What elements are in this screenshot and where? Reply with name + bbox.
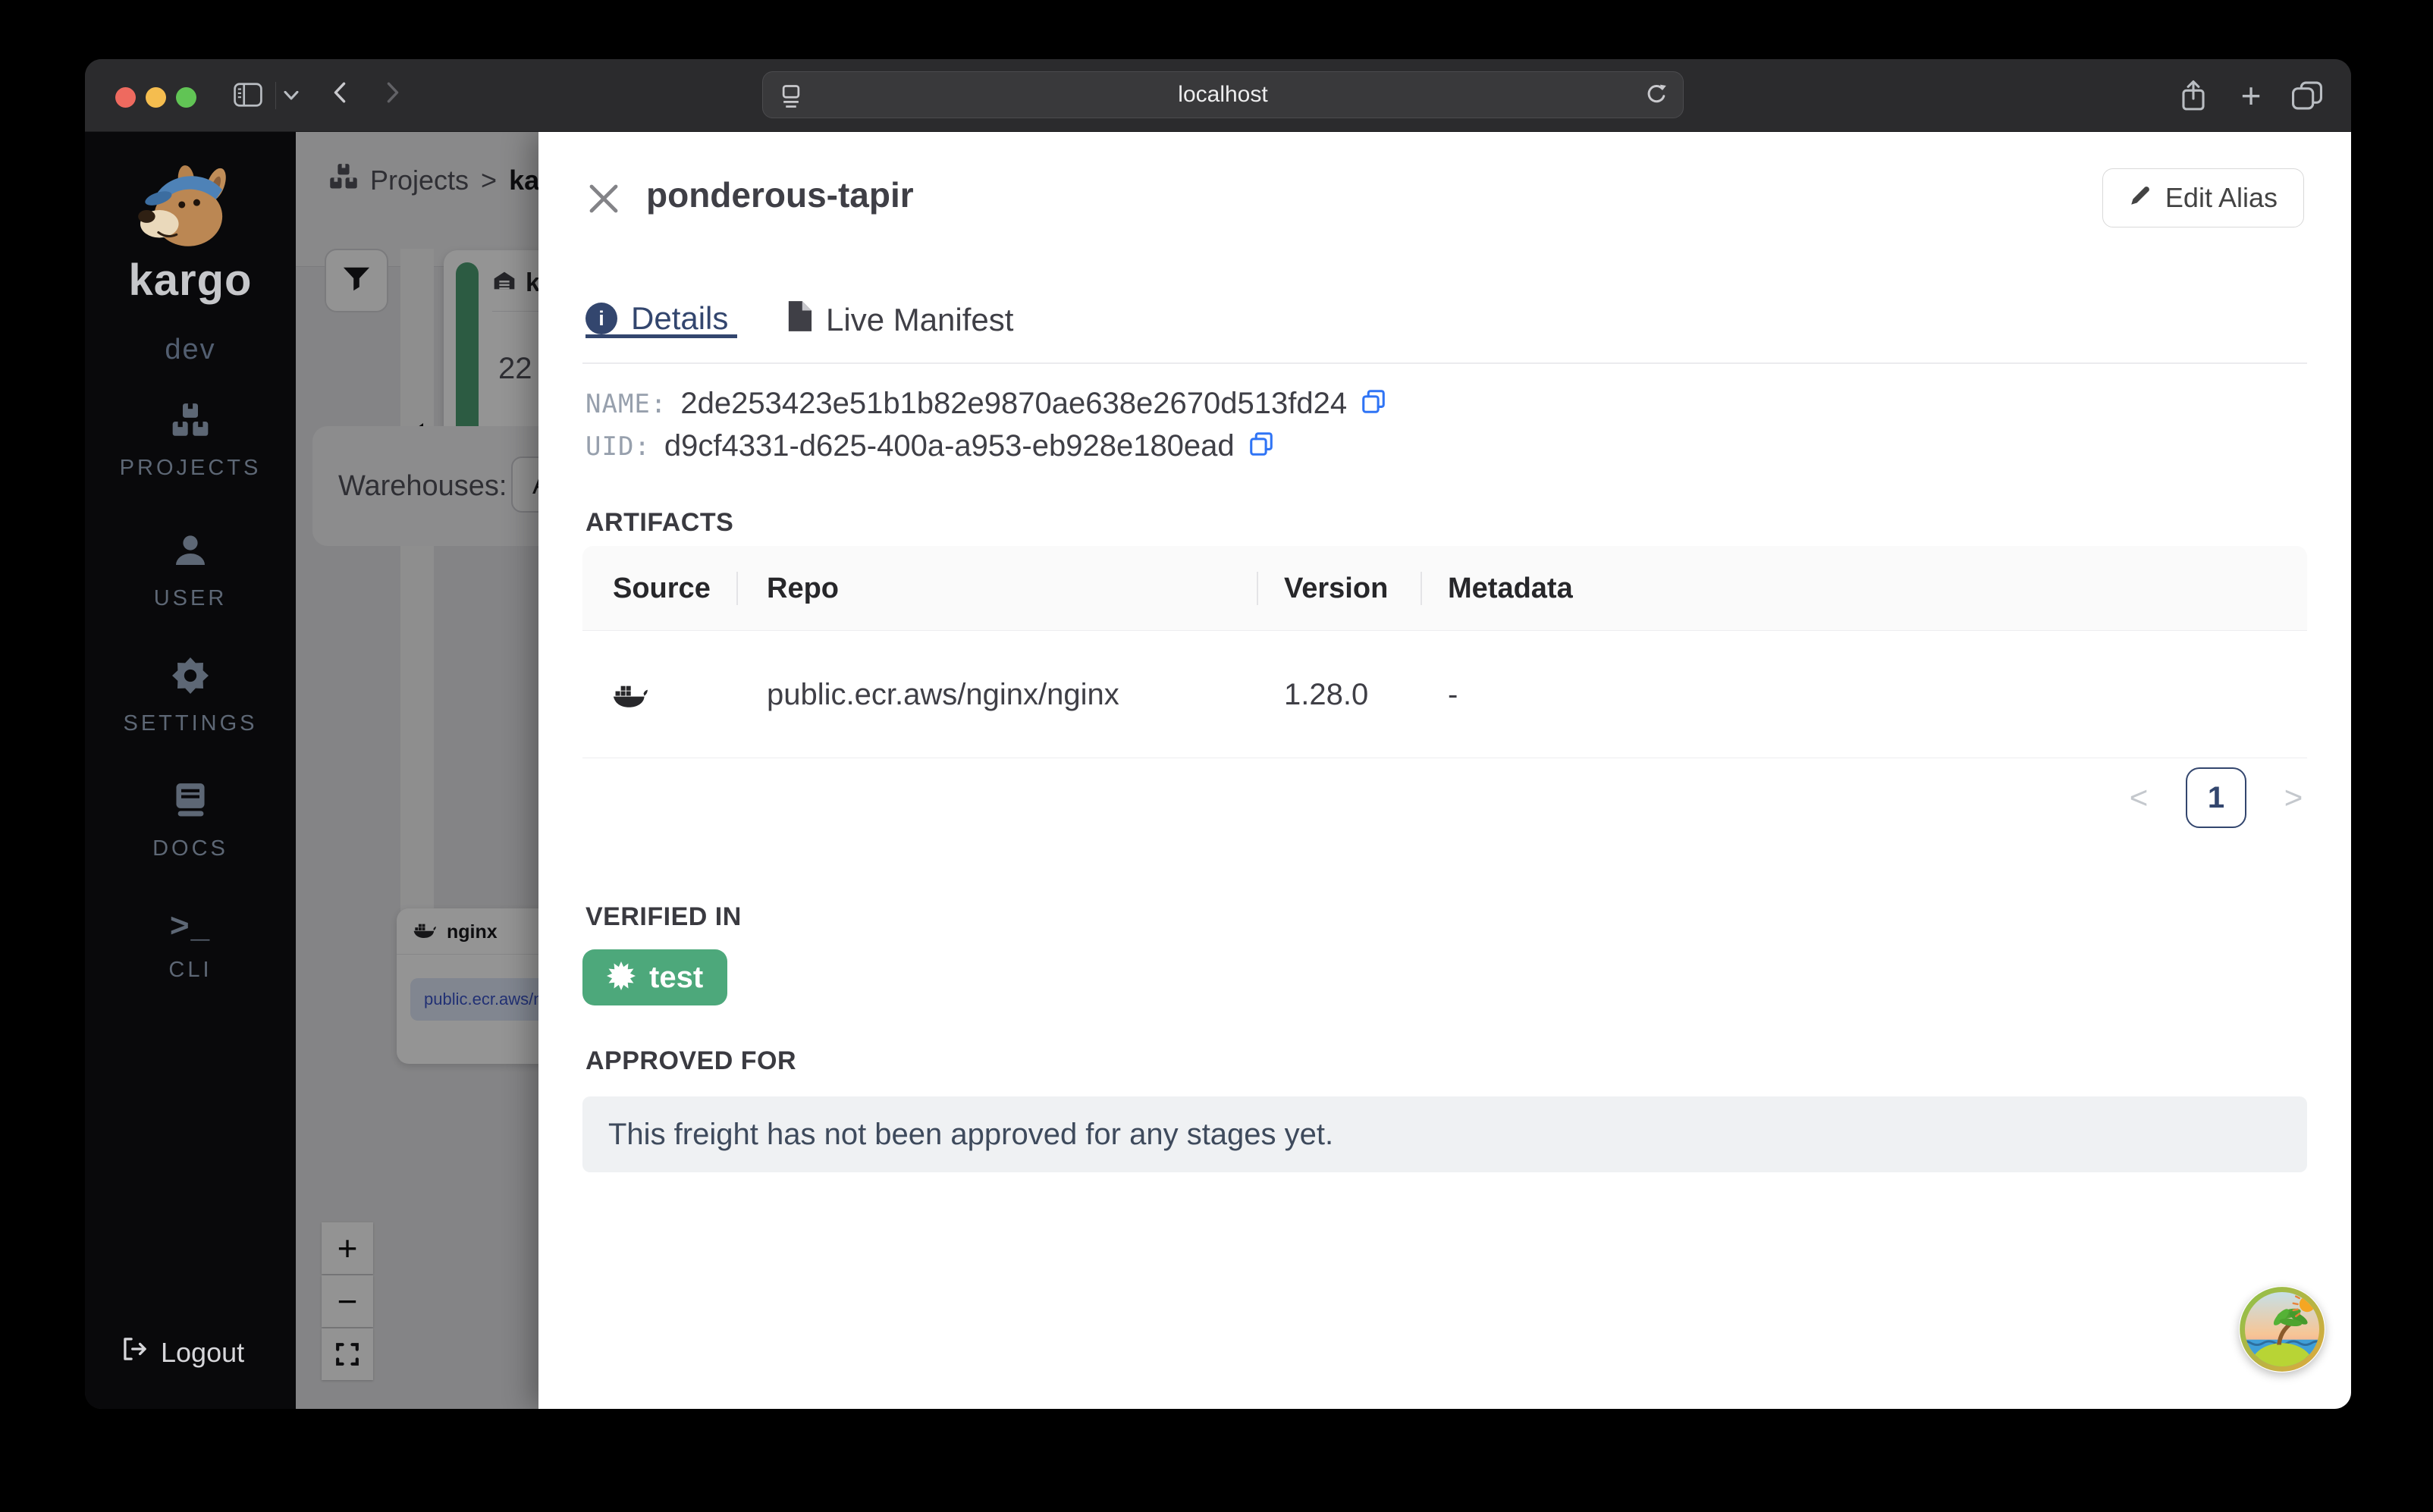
- tab-live-manifest[interactable]: Live Manifest: [786, 300, 1013, 340]
- terminal-icon: >_: [169, 907, 212, 944]
- column-header-version: Version: [1284, 572, 1389, 604]
- island-widget[interactable]: [2239, 1286, 2325, 1372]
- verified-stage-badge-test[interactable]: test: [582, 949, 728, 1005]
- reload-icon[interactable]: [1645, 83, 1668, 106]
- close-window-button[interactable]: [115, 87, 136, 108]
- previous-page-button[interactable]: <: [2125, 780, 2152, 816]
- sidebar-item-user[interactable]: USER: [85, 532, 296, 611]
- user-icon: [172, 532, 209, 572]
- sidebar-item-projects[interactable]: PROJECTS: [85, 403, 296, 481]
- sidebar-item-label: CLI: [168, 958, 212, 982]
- sidebar-item-settings[interactable]: SETTINGS: [85, 657, 296, 736]
- name-value: 2de253423e51b1b82e9870ae638e2670d513fd24: [680, 387, 1348, 420]
- approved-for-panel: This freight has not been approved for a…: [582, 1096, 2307, 1172]
- name-row: NAME: 2de253423e51b1b82e9870ae638e2670d5…: [585, 387, 1386, 421]
- sidebar-item-docs[interactable]: DOCS: [85, 783, 296, 861]
- sidebar-item-label: SETTINGS: [123, 711, 258, 736]
- tab-label: Live Manifest: [826, 302, 1014, 337]
- sidebar-item-label: PROJECTS: [119, 456, 262, 480]
- info-icon: i: [585, 303, 617, 334]
- close-icon[interactable]: [585, 180, 622, 217]
- logout-label: Logout: [161, 1336, 245, 1368]
- next-page-button[interactable]: >: [2280, 780, 2307, 816]
- chevron-down-icon[interactable]: [284, 91, 299, 100]
- file-icon: [786, 300, 812, 340]
- column-header-repo: Repo: [767, 572, 839, 604]
- zoom-window-button[interactable]: [176, 87, 196, 108]
- browser-window: localhost + kargo dev PROJECTS USER SETT…: [85, 59, 2351, 1409]
- url-text: localhost: [1178, 82, 1268, 107]
- freight-alias-title: ponderous-tapir: [646, 175, 914, 215]
- sidebar-item-label: DOCS: [152, 836, 228, 861]
- artifacts-table: Source Repo Version Metadata public.ecr.…: [582, 546, 2307, 758]
- logout-button[interactable]: Logout: [121, 1336, 244, 1369]
- kargo-kangaroo-logo: [85, 165, 296, 255]
- titlebar-divider: [275, 82, 276, 109]
- uid-value: d9cf4331-d625-400a-a953-eb928e180ead: [664, 429, 1235, 463]
- environment-label: dev: [165, 334, 216, 365]
- approved-for-empty-message: This freight has not been approved for a…: [608, 1117, 1334, 1151]
- sidebar-toggle-icon[interactable]: [234, 83, 262, 107]
- pagination: < 1 >: [2125, 767, 2307, 828]
- tab-label: Details: [631, 300, 729, 336]
- back-icon[interactable]: [334, 82, 346, 103]
- tab-details[interactable]: i Details: [585, 300, 737, 338]
- column-header-source: Source: [613, 572, 711, 604]
- active-tab-underline: [585, 334, 737, 338]
- minimize-window-button[interactable]: [146, 87, 166, 108]
- boxes-icon: [171, 403, 209, 442]
- main-content: Projects > ka 22 Warehouses: nginx publi…: [296, 132, 2351, 1409]
- freight-details-drawer: ponderous-tapir Edit Alias i Details Liv…: [538, 132, 2351, 1409]
- book-icon: [172, 783, 209, 823]
- brand-wordmark: kargo: [128, 256, 253, 305]
- tab-overview-icon[interactable]: [2290, 80, 2324, 111]
- edit-alias-button[interactable]: Edit Alias: [2102, 168, 2304, 227]
- copy-icon[interactable]: [1361, 389, 1386, 419]
- app-shell: kargo dev PROJECTS USER SETTINGS DOCS >_…: [85, 132, 2351, 1409]
- table-row[interactable]: public.ecr.aws/nginx/nginx 1.28.0 -: [582, 631, 2307, 758]
- column-divider: [736, 572, 738, 605]
- uid-row: UID: d9cf4331-d625-400a-a953-eb928e180ea…: [585, 429, 1274, 463]
- approved-for-heading: APPROVED FOR: [585, 1046, 797, 1075]
- artifacts-heading: ARTIFACTS: [585, 508, 734, 537]
- pencil-icon: [2129, 182, 2153, 214]
- column-header-metadata: Metadata: [1448, 572, 1573, 604]
- sidebar-item-cli[interactable]: >_ CLI: [85, 908, 296, 983]
- docker-icon: [613, 631, 648, 758]
- share-icon[interactable]: [2178, 79, 2209, 114]
- new-tab-icon[interactable]: +: [2234, 76, 2268, 115]
- sidebar-item-label: USER: [153, 586, 228, 610]
- artifacts-table-header: Source Repo Version Metadata: [582, 546, 2307, 631]
- verified-in-heading: VERIFIED IN: [585, 902, 742, 931]
- screen: localhost + kargo dev PROJECTS USER SETT…: [0, 0, 2433, 1512]
- verified-stage-name: test: [649, 960, 704, 994]
- browser-titlebar: localhost +: [85, 59, 2351, 132]
- drawer-tabs: i Details Live Manifest: [582, 296, 2307, 364]
- address-bar[interactable]: localhost: [762, 71, 1684, 118]
- seal-icon: [607, 961, 636, 994]
- column-divider: [1421, 572, 1422, 605]
- logout-icon: [121, 1336, 149, 1369]
- cell-repo: public.ecr.aws/nginx/nginx: [767, 677, 1119, 711]
- cell-metadata: -: [1448, 677, 1458, 711]
- column-divider: [1257, 572, 1258, 605]
- name-label: NAME:: [585, 388, 667, 419]
- edit-alias-label: Edit Alias: [2165, 182, 2278, 213]
- copy-icon[interactable]: [1248, 431, 1274, 461]
- page-1-button[interactable]: 1: [2186, 767, 2246, 828]
- forward-icon[interactable]: [387, 82, 399, 103]
- cell-version: 1.28.0: [1284, 677, 1369, 711]
- uid-label: UID:: [585, 431, 651, 462]
- gear-icon: [172, 657, 209, 698]
- sidebar: kargo dev PROJECTS USER SETTINGS DOCS >_…: [85, 132, 296, 1409]
